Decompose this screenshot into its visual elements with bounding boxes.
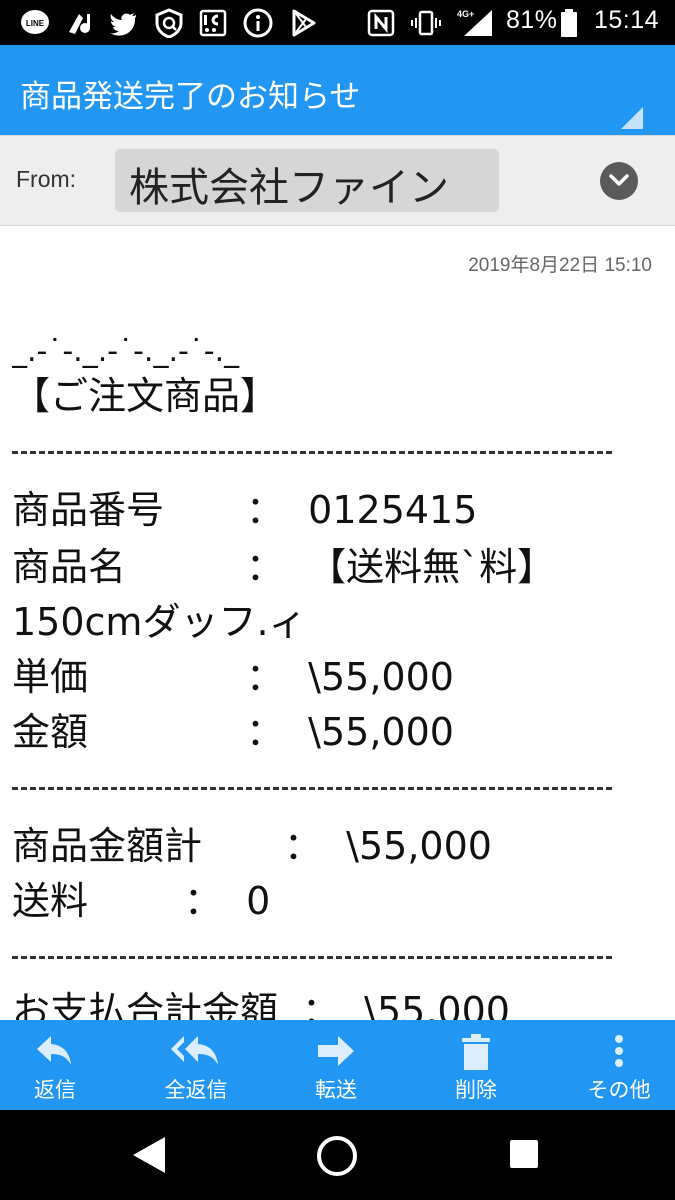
signal-icon: 4G+ <box>456 8 496 38</box>
status-bar: LINE 4G+ 81% 15:14 <box>0 0 675 45</box>
mail-title-bar: 商品発送完了のお知らせ <box>0 45 675 135</box>
product-name-continued: 150cmダッフ.ィ <box>12 600 307 644</box>
divider <box>12 956 612 959</box>
delete-label: 削除 <box>455 1078 497 1102</box>
trash-icon <box>462 1034 490 1070</box>
ornament-line: _.-˙-._.-˙-._.-˙-._ <box>12 334 240 369</box>
sender-chip[interactable]: 株式会社ファイン <box>115 149 499 212</box>
mail-action-toolbar: 返信 全返信 転送 削除 その他 <box>0 1020 675 1110</box>
shield-app-icon <box>154 8 184 39</box>
product-no-value: ： 0125415 <box>246 488 478 532</box>
amount-label: 金額 <box>12 710 89 754</box>
recents-icon[interactable] <box>509 1139 539 1169</box>
reply-all-label: 全返信 <box>164 1078 228 1102</box>
play-store-icon <box>288 8 318 38</box>
info-icon <box>243 8 273 38</box>
reply-all-icon <box>171 1036 218 1065</box>
received-date: 2019年8月22日 15:10 <box>468 255 652 276</box>
chevron-down-icon <box>609 174 629 186</box>
product-no-label: 商品番号 <box>12 488 165 532</box>
from-bar: From: 株式会社ファイン <box>0 135 675 226</box>
expand-details-button[interactable] <box>600 162 638 200</box>
mail-body: _.-˙-._.-˙-._.-˙-._ 【ご注文商品】 商品番号 ： 01254… <box>12 330 652 1020</box>
product-name-value: ： 【送料無`料】 <box>246 545 556 589</box>
svg-text:4G+: 4G+ <box>457 9 474 19</box>
forward-label: 転送 <box>315 1078 357 1102</box>
total-value: ： \55,000 <box>302 989 510 1020</box>
total-label: お支払合計金額 <box>12 989 279 1020</box>
system-navigation-bar <box>0 1110 675 1200</box>
svg-text:LINE: LINE <box>26 19 45 28</box>
more-vert-icon <box>615 1035 623 1067</box>
from-label: From: <box>16 166 77 192</box>
forward-button[interactable]: 転送 <box>281 1020 391 1110</box>
divider <box>12 787 612 790</box>
reply-all-button[interactable]: 全返信 <box>141 1020 251 1110</box>
nfc-icon <box>366 8 396 38</box>
divider <box>12 451 612 454</box>
sender-name: 株式会社ファイン <box>129 165 449 211</box>
shipping-value: ： 0 <box>184 879 271 923</box>
section-title: 【ご注文商品】 <box>12 374 279 418</box>
reply-icon <box>37 1036 71 1065</box>
line-app-icon: LINE <box>20 8 50 38</box>
product-name-label: 商品名 <box>12 545 127 589</box>
more-button[interactable]: その他 <box>564 1020 674 1110</box>
amount-value: ： \55,000 <box>246 710 454 754</box>
twitter-icon <box>108 8 138 38</box>
clock: 15:14 <box>594 6 660 34</box>
forward-arrow-icon <box>318 1036 354 1066</box>
delete-button[interactable]: 削除 <box>421 1020 531 1110</box>
mail-subject: 商品発送完了のお知らせ <box>20 79 361 115</box>
unit-price-value: ： \55,000 <box>246 655 454 699</box>
reply-button[interactable]: 返信 <box>0 1020 110 1110</box>
subtotal-value: ： \55,000 <box>284 824 492 868</box>
ic-card-icon <box>198 8 228 38</box>
back-icon[interactable] <box>131 1135 167 1175</box>
reply-label: 返信 <box>34 1078 76 1102</box>
home-icon[interactable] <box>316 1135 358 1177</box>
more-label: その他 <box>587 1078 651 1102</box>
subtotal-label: 商品金額計 <box>12 824 203 868</box>
vibrate-icon <box>411 8 441 38</box>
music-app-icon <box>65 8 95 38</box>
battery-icon <box>560 8 578 38</box>
shipping-label: 送料 <box>12 879 89 923</box>
unit-price-label: 単価 <box>12 655 89 699</box>
battery-percentage: 81% <box>506 6 558 34</box>
corner-triangle-icon[interactable] <box>621 107 643 129</box>
